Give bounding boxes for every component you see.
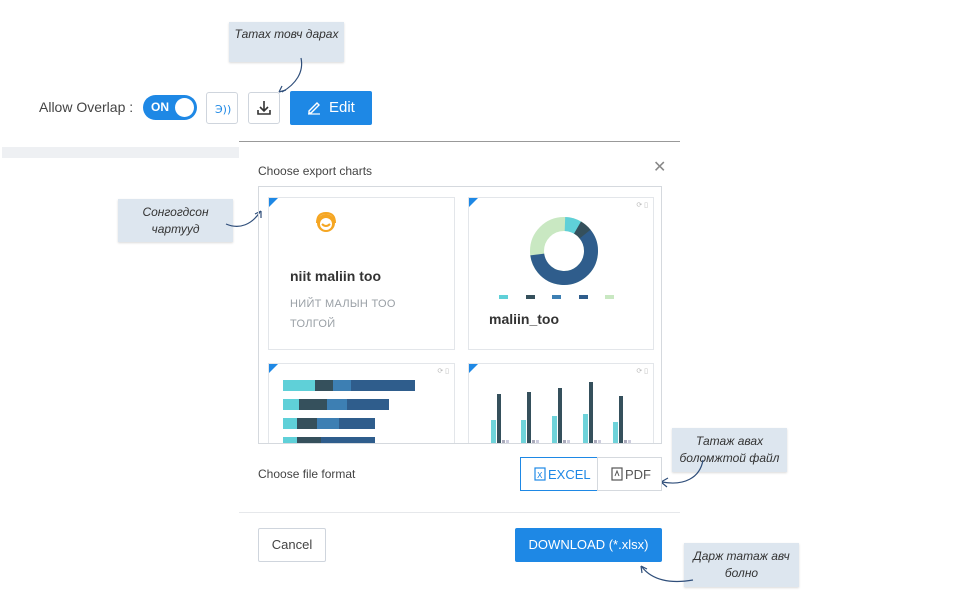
format-label: EXCEL bbox=[548, 467, 591, 482]
card-title: niit maliin too bbox=[290, 268, 381, 284]
card-tool-icons: ⟳ ▯ bbox=[636, 368, 648, 375]
svg-text:X: X bbox=[537, 471, 543, 480]
selected-corner-marker bbox=[469, 198, 478, 207]
excel-file-icon: X bbox=[534, 467, 546, 481]
file-format-label: Choose file format bbox=[258, 467, 356, 481]
arrow-to-formats bbox=[661, 459, 704, 484]
chart-card-maliin-too[interactable]: ⟳ ▯ maliin_too bbox=[468, 197, 654, 350]
arrow-to-download bbox=[281, 57, 303, 93]
format-excel-button[interactable]: X EXCEL bbox=[520, 457, 598, 491]
chart-selection-panel[interactable]: niit maliin too НИЙТ МАЛЫН ТОО ТОЛГОЙ ⟳ … bbox=[258, 186, 662, 444]
close-icon[interactable]: ✕ bbox=[653, 157, 666, 177]
format-pdf-button[interactable]: PDF bbox=[597, 457, 662, 491]
dialog-title: Choose export charts bbox=[258, 164, 373, 178]
pdf-file-icon bbox=[611, 467, 623, 481]
chart-card-column[interactable]: ⟳ ▯ bbox=[468, 363, 654, 443]
selected-corner-marker bbox=[469, 364, 478, 373]
arrow-to-download-btn bbox=[641, 566, 694, 583]
donut-legend-thumbnail bbox=[499, 295, 614, 299]
card-tool-icons: ⟳ ▯ bbox=[437, 368, 449, 375]
selected-corner-marker bbox=[269, 198, 278, 207]
chart-card-stacked-bar[interactable]: ⟳ ▯ bbox=[268, 363, 455, 443]
stacked-bar-thumbnail bbox=[283, 380, 415, 443]
format-label: PDF bbox=[625, 467, 651, 482]
chart-card-niit-maliin-too[interactable]: niit maliin too НИЙТ МАЛЫН ТОО ТОЛГОЙ bbox=[268, 197, 455, 350]
dialog-footer-divider bbox=[239, 512, 680, 513]
selected-corner-marker bbox=[269, 364, 278, 373]
cancel-button[interactable]: Cancel bbox=[258, 528, 326, 562]
user-headset-icon bbox=[316, 211, 336, 232]
arrow-to-charts bbox=[225, 211, 261, 227]
column-chart-thumbnail bbox=[491, 382, 631, 443]
donut-chart-thumbnail bbox=[530, 217, 598, 285]
card-subtitle: НИЙТ МАЛЫН ТОО ТОЛГОЙ bbox=[290, 298, 396, 330]
download-button[interactable]: DOWNLOAD (*.xlsx) bbox=[515, 528, 662, 562]
card-title: maliin_too bbox=[489, 311, 560, 327]
card-tool-icons: ⟳ ▯ bbox=[636, 202, 648, 209]
